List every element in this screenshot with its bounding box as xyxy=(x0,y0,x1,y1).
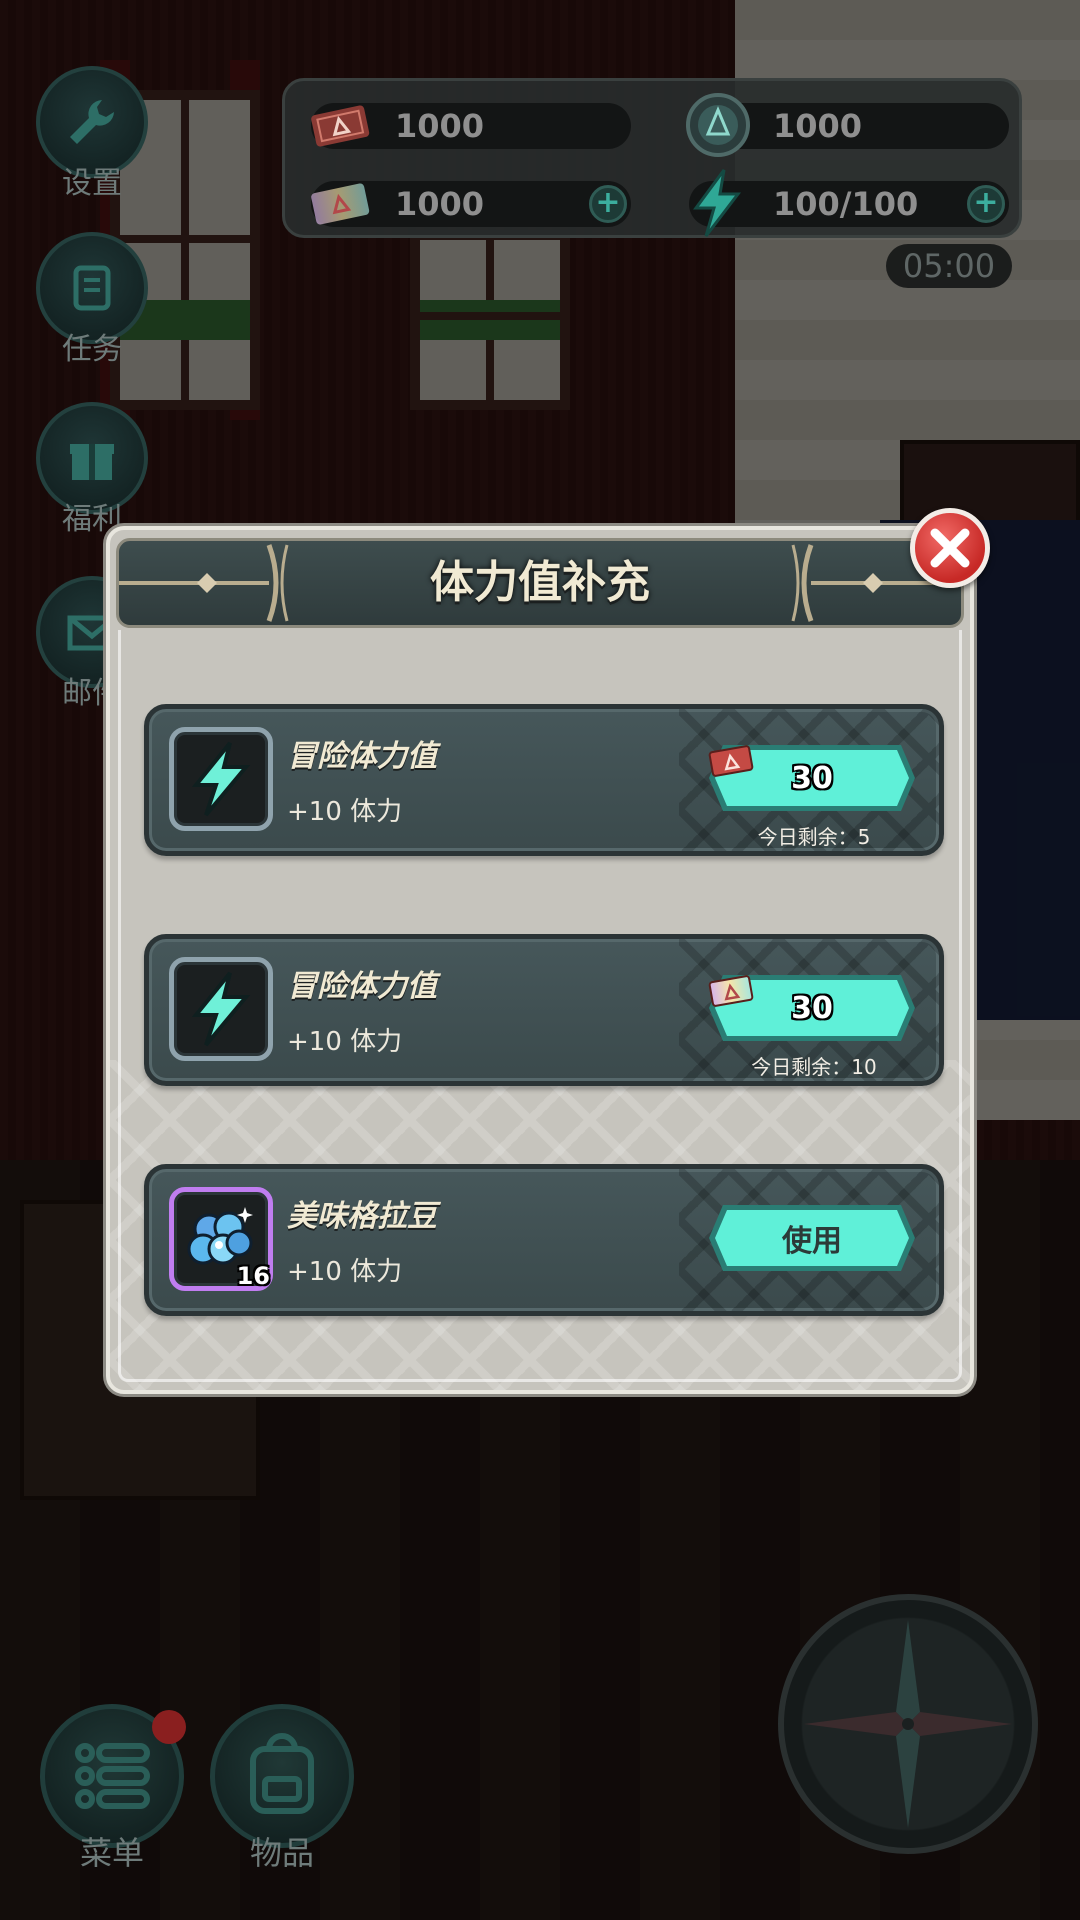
modal-title: 体力值补充 xyxy=(430,557,650,608)
items-button[interactable] xyxy=(210,1704,354,1848)
offer-desc: +10 体力 xyxy=(287,1257,403,1287)
wrench-icon xyxy=(70,100,114,144)
buy-button[interactable]: 30 xyxy=(707,973,917,1043)
offer-name: 冒险体力值 xyxy=(287,969,437,1004)
red-ticket-value: 1000 xyxy=(395,107,485,145)
remaining-today: 今日剩余：10 xyxy=(751,1055,877,1079)
stamina-timer: 05:00 xyxy=(886,244,1012,288)
use-label: 使用 xyxy=(782,1224,842,1259)
settings-label: 设置 xyxy=(62,166,122,201)
currency-panel: 1000 1000 1000 + 100/100 + xyxy=(282,78,1022,238)
backpack-icon xyxy=(250,1733,314,1814)
tasks-label: 任务 xyxy=(62,332,122,367)
list-icon xyxy=(75,1743,150,1809)
gem-icon xyxy=(679,89,757,161)
gem-counter: 1000 xyxy=(686,93,1009,157)
close-icon xyxy=(930,528,970,568)
lightning-icon xyxy=(679,167,757,239)
stamina-counter: 100/100 + xyxy=(689,169,1009,237)
stamina-refill-modal: 体力值补充 冒险体力值 +10 体力 30 今日剩余：5 冒险体力值 +10 体… xyxy=(106,526,974,1394)
modal-header: 体力值补充 xyxy=(116,538,964,628)
red-ticket-counter: 1000 xyxy=(311,103,631,149)
rainbow-ticket-value: 1000 xyxy=(395,185,485,223)
add-rainbow-ticket-button[interactable]: + xyxy=(589,185,627,223)
use-button[interactable]: 使用 xyxy=(707,1203,917,1273)
rainbow-ticket-icon xyxy=(708,975,754,1007)
buy-price: 30 xyxy=(791,990,833,1026)
item-slot: 16 xyxy=(169,1187,273,1291)
gift-icon xyxy=(70,444,114,480)
red-ticket-icon xyxy=(708,745,754,777)
lightning-icon xyxy=(191,971,251,1047)
rainbow-ticket-icon xyxy=(301,167,379,239)
item-slot xyxy=(169,727,273,831)
lightning-icon xyxy=(191,741,251,817)
rainbow-ticket-counter: 1000 + xyxy=(311,181,631,227)
menu-label: 菜单 xyxy=(79,1834,144,1872)
item-count: 16 xyxy=(236,1262,270,1290)
scroll-icon xyxy=(73,265,111,311)
offer-desc: +10 体力 xyxy=(287,1027,403,1057)
joystick-compass[interactable] xyxy=(778,1594,1038,1854)
buy-price: 30 xyxy=(791,760,833,796)
offer-name: 冒险体力值 xyxy=(287,739,437,774)
stamina-value: 100/100 xyxy=(773,185,919,223)
notification-dot xyxy=(152,1710,186,1744)
offer-card: 16 美味格拉豆 +10 体力 使用 xyxy=(144,1164,944,1316)
offer-card: 冒险体力值 +10 体力 30 今日剩余：5 xyxy=(144,704,944,856)
add-stamina-button[interactable]: + xyxy=(967,185,1005,223)
items-label: 物品 xyxy=(249,1834,314,1872)
red-ticket-icon xyxy=(301,89,379,161)
offer-name: 美味格拉豆 xyxy=(287,1199,437,1234)
item-slot xyxy=(169,957,273,1061)
gem-value: 1000 xyxy=(773,107,863,145)
offer-card: 冒险体力值 +10 体力 30 今日剩余：10 xyxy=(144,934,944,1086)
close-button[interactable] xyxy=(910,508,990,588)
offer-desc: +10 体力 xyxy=(287,797,403,827)
buy-button[interactable]: 30 xyxy=(707,743,917,813)
compass-star-icon xyxy=(804,1620,1012,1828)
remaining-today: 今日剩余：5 xyxy=(757,825,871,849)
